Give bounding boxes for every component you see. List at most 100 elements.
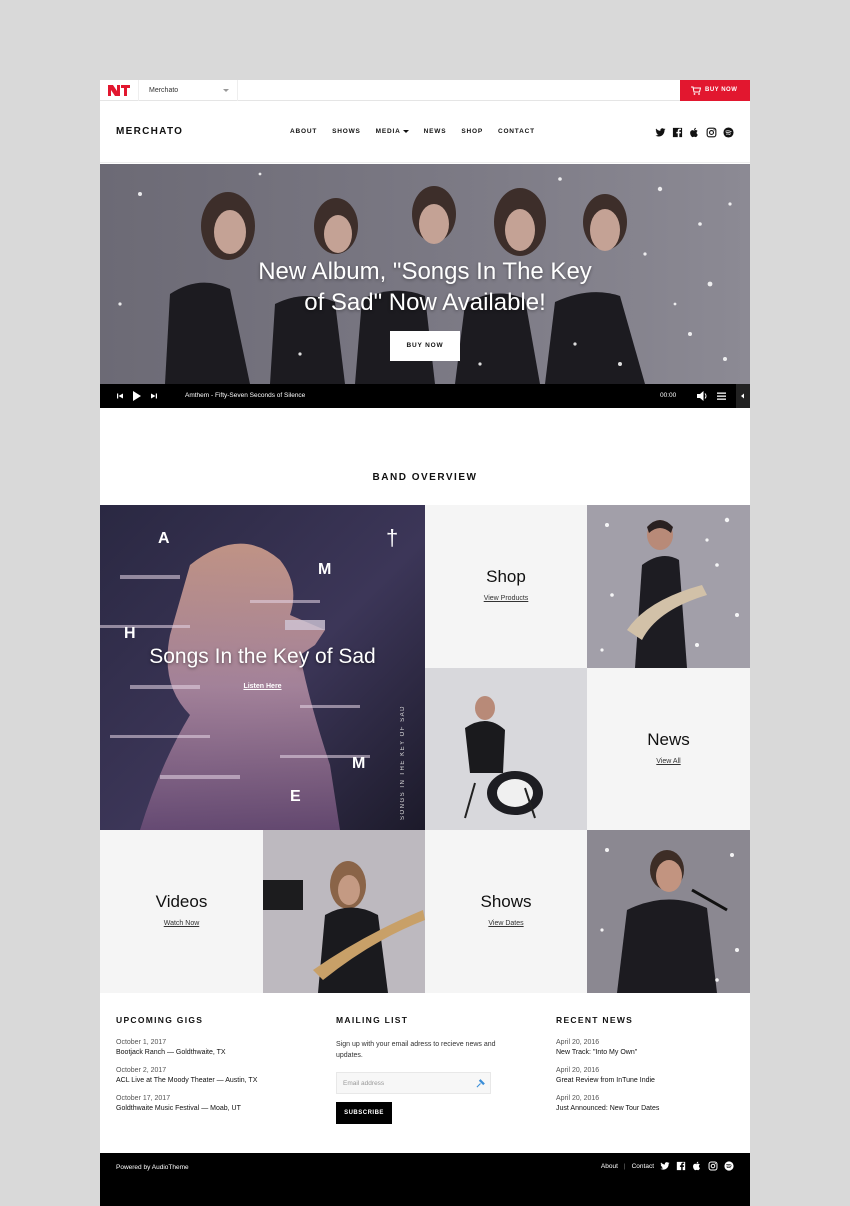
twitter-icon[interactable] — [660, 1161, 670, 1171]
recent-news-widget: RECENT NEWS April 20, 2016 New Track: "I… — [556, 1015, 659, 1123]
email-field[interactable]: Email address — [336, 1072, 491, 1094]
nav-item-shop[interactable]: SHOP — [461, 128, 483, 135]
news-headline[interactable]: Just Announced: New Tour Dates — [556, 1105, 659, 1112]
drummer-photo — [425, 668, 587, 830]
nav-item-media-label: MEDIA — [375, 128, 401, 135]
news-headline[interactable]: New Track: "Into My Own" — [556, 1049, 659, 1056]
listen-here-link[interactable]: Listen Here — [100, 683, 425, 690]
instagram-icon[interactable] — [706, 127, 717, 138]
cart-icon — [691, 86, 701, 95]
previous-track-icon[interactable] — [114, 384, 126, 408]
hero-buy-now-button[interactable]: BUY NOW — [390, 331, 460, 361]
videos-tile-title: Videos — [155, 892, 208, 911]
gig-venue[interactable]: ACL Live at The Moody Theater — Austin, … — [116, 1077, 257, 1084]
nav-item-news[interactable]: NEWS — [424, 128, 447, 135]
album-feature-tile[interactable]: A † M H M E Songs In the Key of Sad List… — [100, 505, 425, 830]
gig-item[interactable]: October 1, 2017 Bootjack Ranch — Goldthw… — [116, 1039, 257, 1056]
nav-item-shows[interactable]: SHOWS — [332, 128, 361, 135]
spotify-icon[interactable] — [723, 127, 734, 138]
footer-about-link[interactable]: About — [601, 1163, 618, 1170]
news-tile[interactable]: News View All — [587, 668, 750, 830]
email-placeholder: Email address — [343, 1080, 385, 1087]
next-track-icon[interactable] — [148, 384, 160, 408]
buy-now-top-button[interactable]: BUY NOW — [680, 80, 750, 101]
news-date: April 20, 2016 — [556, 1067, 600, 1074]
footer-separator: | — [623, 1162, 626, 1170]
gig-venue[interactable]: Bootjack Ranch — Goldthwaite, TX — [116, 1049, 257, 1056]
theme-select[interactable]: Merchato — [138, 80, 238, 101]
nav-item-contact[interactable]: CONTACT — [498, 128, 535, 135]
view-all-link[interactable]: View All — [587, 758, 750, 765]
news-headline[interactable]: Great Review from InTune Indie — [556, 1077, 659, 1084]
news-item[interactable]: April 20, 2016 Just Announced: New Tour … — [556, 1095, 659, 1112]
news-item[interactable]: April 20, 2016 New Track: "Into My Own" — [556, 1039, 659, 1056]
site-footer: Powered by AudioTheme About | Contact — [100, 1153, 750, 1206]
guitarist-photo — [587, 505, 750, 668]
gig-venue[interactable]: Goldthwaite Music Festival — Moab, UT — [116, 1105, 257, 1112]
facebook-icon[interactable] — [676, 1161, 686, 1171]
feature-letter-cross: † — [386, 525, 399, 550]
feature-letter-e: E — [290, 788, 301, 805]
singer-photo-tile — [587, 830, 750, 993]
videos-tile[interactable]: Videos Watch Now — [100, 830, 263, 993]
playlist-icon[interactable] — [715, 384, 729, 408]
album-side-text: SONGS IN THE KEY OF SAD — [400, 705, 406, 820]
footer-contact-link[interactable]: Contact — [632, 1163, 654, 1170]
view-dates-link[interactable]: View Dates — [425, 920, 587, 927]
play-icon[interactable] — [130, 384, 144, 408]
buy-now-top-label: BUY NOW — [705, 87, 738, 93]
audiotheme-logo-icon[interactable] — [107, 84, 131, 97]
spotify-icon[interactable] — [724, 1161, 734, 1171]
news-date: April 20, 2016 — [556, 1095, 600, 1102]
chevron-down-icon — [402, 129, 409, 133]
nav-item-about[interactable]: ABOUT — [290, 128, 317, 135]
gig-date: October 2, 2017 — [116, 1067, 167, 1074]
page: Merchato BUY NOW MERCHATO ABOUT SHOWS ME… — [100, 80, 750, 1206]
shop-tile-title: Shop — [486, 567, 526, 586]
feature-letter-m-top: M — [318, 561, 332, 578]
hero-banner: New Album, "Songs In The Key of Sad" Now… — [100, 164, 750, 384]
gig-item[interactable]: October 17, 2017 Goldthwaite Music Festi… — [116, 1095, 257, 1112]
gig-date: October 17, 2017 — [116, 1095, 171, 1102]
view-products-link[interactable]: View Products — [425, 595, 587, 602]
powered-by-link[interactable]: Powered by AudioTheme — [116, 1164, 189, 1171]
track-title: Amthem - Fifty-Seven Seconds of Silence — [185, 392, 306, 399]
singer-photo — [587, 830, 750, 993]
feature-letter-a: A — [158, 530, 170, 547]
shows-tile[interactable]: Shows View Dates — [425, 830, 587, 993]
video-shoot-photo-tile — [263, 830, 425, 993]
gig-date: October 1, 2017 — [116, 1039, 167, 1046]
subscribe-button[interactable]: SUBSCRIBE — [336, 1102, 392, 1124]
gig-item[interactable]: October 2, 2017 ACL Live at The Moody Th… — [116, 1067, 257, 1084]
apple-icon[interactable] — [689, 127, 700, 138]
watch-now-link[interactable]: Watch Now — [100, 920, 263, 927]
mailing-list-widget: MAILING LIST Sign up with your email adr… — [336, 1015, 516, 1124]
nav-item-media[interactable]: MEDIA — [376, 128, 409, 135]
volume-icon[interactable] — [695, 384, 709, 408]
mailing-list-title: MAILING LIST — [336, 1015, 409, 1025]
news-item[interactable]: April 20, 2016 Great Review from InTune … — [556, 1067, 659, 1084]
main-nav: ABOUT SHOWS MEDIA NEWS SHOP CONTACT — [290, 128, 550, 135]
theme-select-value: Merchato — [149, 87, 179, 94]
site-brand[interactable]: MERCHATO — [116, 126, 183, 137]
guitarist-photo-tile — [587, 505, 750, 668]
instagram-icon[interactable] — [708, 1161, 718, 1171]
album-feature-title: Songs In the Key of Sad — [149, 645, 376, 668]
drummer-photo-tile — [425, 668, 587, 830]
track-time: 00:00 — [660, 392, 677, 399]
social-links — [655, 127, 734, 138]
twitter-icon[interactable] — [655, 127, 666, 138]
hero-title-line-2: of Sad" Now Available! — [304, 289, 546, 316]
audio-player: Amthem - Fifty-Seven Seconds of Silence … — [100, 384, 750, 408]
apple-icon[interactable] — [692, 1161, 702, 1171]
overview-grid: A † M H M E Songs In the Key of Sad List… — [100, 505, 750, 993]
footer-links: About | Contact — [601, 1161, 734, 1171]
hero-title: New Album, "Songs In The Key of Sad" Now… — [100, 256, 750, 318]
recent-news-title: RECENT NEWS — [556, 1015, 634, 1025]
shop-tile[interactable]: Shop View Products — [425, 505, 587, 668]
collapse-player-icon[interactable] — [736, 384, 750, 408]
upcoming-gigs-widget: UPCOMING GIGS October 1, 2017 Bootjack R… — [116, 1015, 257, 1123]
facebook-icon[interactable] — [672, 127, 683, 138]
hero-title-line-1: New Album, "Songs In The Key — [258, 258, 592, 285]
upcoming-gigs-title: UPCOMING GIGS — [116, 1015, 204, 1025]
